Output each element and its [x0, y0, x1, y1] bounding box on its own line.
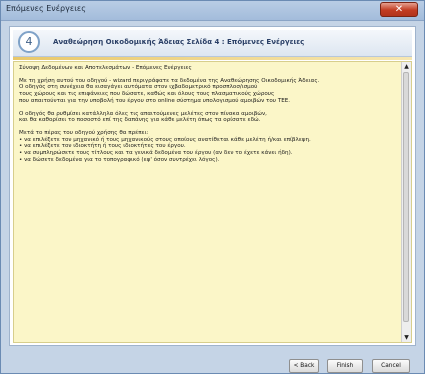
- window-title: Επόμενες Ενέργειες: [6, 4, 86, 13]
- wizard-content: 4 Αναθεώρηση Οικοδομικής Άδειας Σελίδα 4…: [9, 26, 416, 346]
- next-steps-intro: Μετά το πέρας του οδηγού χρήσης θα πρέπε…: [19, 129, 149, 136]
- scroll-up-arrow-icon[interactable]: ▲: [402, 62, 411, 71]
- vertical-scrollbar[interactable]: ▲ ▼: [401, 62, 411, 342]
- step-number-badge: 4: [18, 31, 40, 53]
- close-button[interactable]: ✕: [380, 2, 418, 17]
- finish-button[interactable]: Finish: [327, 359, 363, 373]
- summary-text-panel[interactable]: Σύνοψη Δεδομένων και Αποτελεσμάτων - Επό…: [13, 61, 412, 343]
- close-icon: ✕: [394, 4, 404, 15]
- bullet-item: • να δώσετε δεδομένα για το τοπογραφικό …: [19, 156, 220, 163]
- summary-text: Σύνοψη Δεδομένων και Αποτελεσμάτων - Επό…: [19, 65, 397, 163]
- scroll-thumb[interactable]: [403, 72, 409, 322]
- scroll-down-arrow-icon[interactable]: ▼: [402, 333, 411, 342]
- text-line: που απαιτούνται για την υποβολή του έργο…: [19, 97, 291, 104]
- header-divider: [13, 57, 412, 60]
- step-title: Αναθεώρηση Οικοδομικής Άδειας Σελίδα 4 :…: [53, 38, 305, 46]
- title-bar[interactable]: Επόμενες Ενέργειες ✕: [1, 1, 424, 21]
- step-header: 4 Αναθεώρηση Οικοδομικής Άδειας Σελίδα 4…: [13, 30, 412, 57]
- back-button[interactable]: < Back: [289, 359, 319, 373]
- text-line: τους χώρους και τις επιφάνειες που δώσατ…: [19, 91, 275, 98]
- wizard-window: Επόμενες Ενέργειες ✕ 4 Αναθεώρηση Οικοδο…: [0, 0, 425, 374]
- text-line: και θα καθορίσει το ποσοστό επί της δαπά…: [19, 117, 261, 124]
- bullet-item: • να συμπληρώσετε τους τίτλους και τα γε…: [19, 150, 293, 157]
- summary-heading: Σύνοψη Δεδομένων και Αποτελεσμάτων - Επό…: [19, 65, 192, 71]
- cancel-button[interactable]: Cancel: [372, 359, 410, 373]
